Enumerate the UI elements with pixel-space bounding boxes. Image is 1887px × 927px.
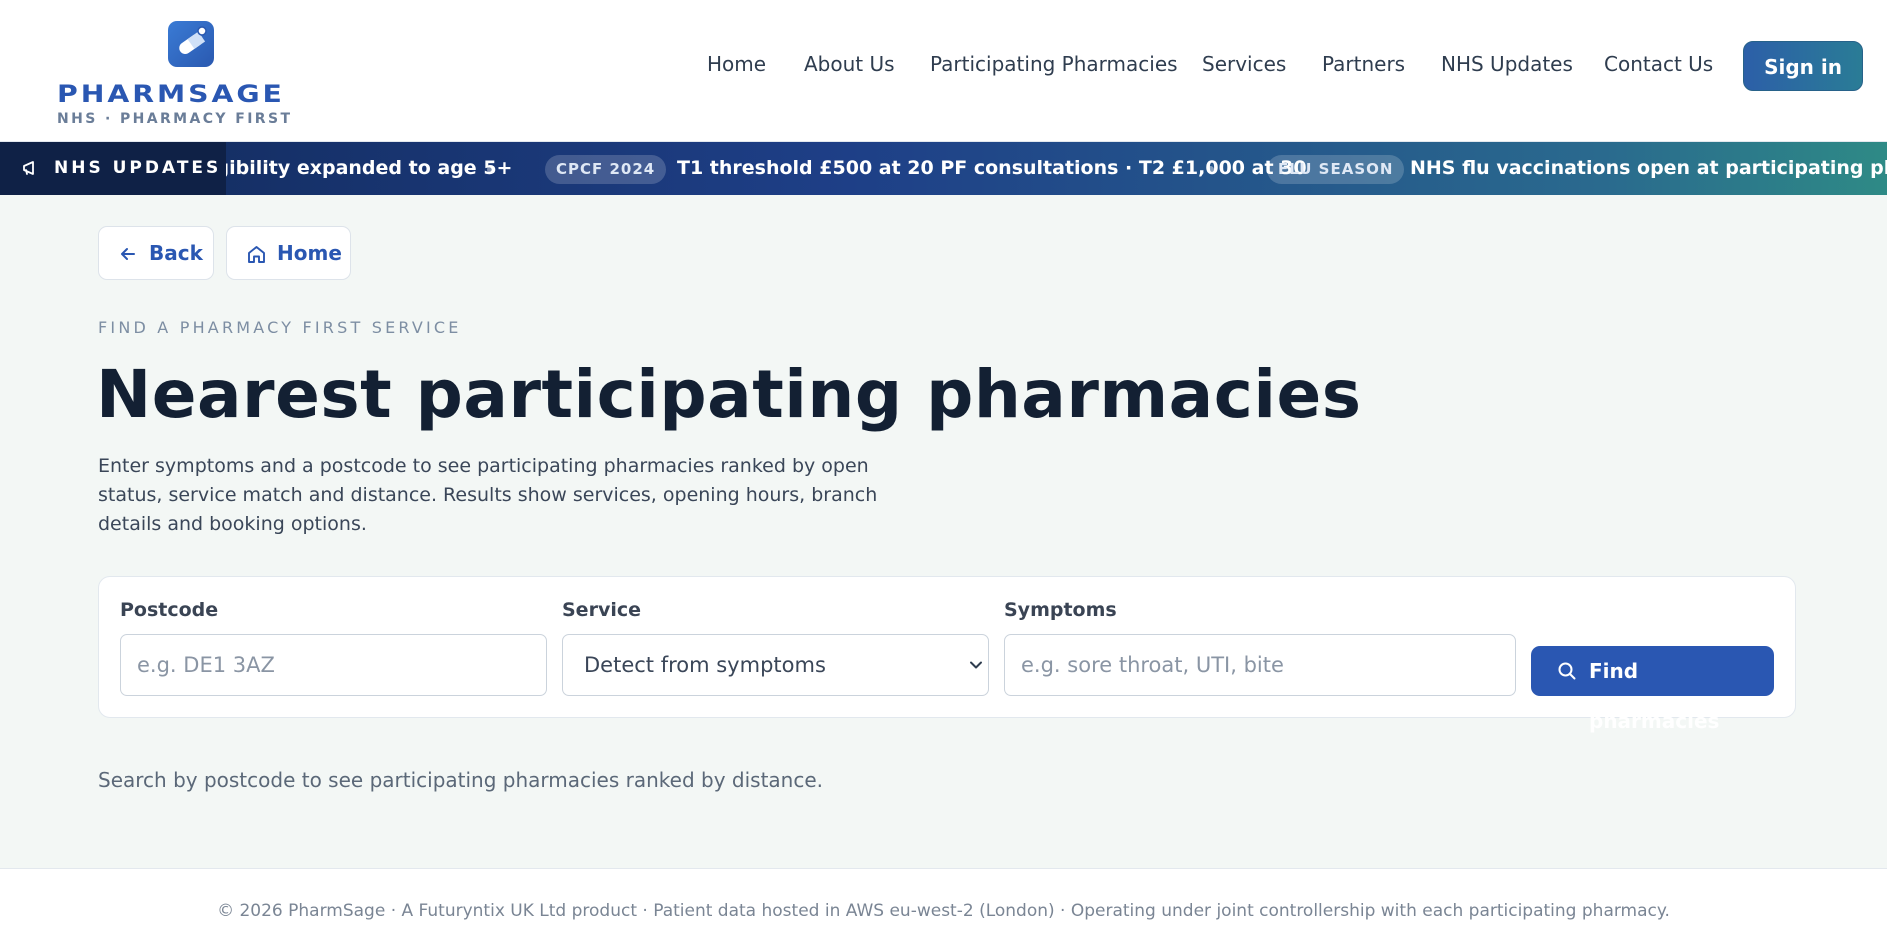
home-button-label: Home <box>277 241 342 265</box>
site-footer: © 2026 PharmSage · A Futuryntix UK Ltd p… <box>0 868 1887 927</box>
search-icon <box>1558 662 1576 680</box>
nav-nhs-updates[interactable]: NHS Updates <box>1441 52 1573 76</box>
nav-contact-us[interactable]: Contact Us <box>1604 52 1713 76</box>
page-description: Enter symptoms and a postcode to see par… <box>98 455 878 535</box>
chevron-down-icon <box>970 661 982 669</box>
ticker-badge: FLU SEASON <box>1267 155 1405 184</box>
nav-services[interactable]: Services <box>1202 52 1286 76</box>
postcode-label: Postcode <box>120 599 219 621</box>
service-select[interactable]: Detect from symptoms <box>562 634 989 696</box>
nav-participating-pharmacies[interactable]: Participating Pharmacies <box>930 52 1178 76</box>
nav-partners[interactable]: Partners <box>1322 52 1405 76</box>
brand-tagline: NHS · PHARMACY FIRST <box>57 111 293 127</box>
service-selected-value: Detect from symptoms <box>584 653 826 677</box>
postcode-input[interactable]: e.g. DE1 3AZ <box>120 634 547 696</box>
find-pharmacies-label: Find pharmacies <box>1589 659 1720 733</box>
home-icon <box>248 246 265 263</box>
main-nav: Home About Us Participating Pharmacies S… <box>0 52 1887 80</box>
nhs-updates-ticker: NHS UPDATES igibility expanded to age 5+… <box>0 142 1887 195</box>
symptoms-label: Symptoms <box>1004 599 1117 621</box>
symptoms-placeholder: e.g. sore throat, UTI, bite <box>1021 653 1284 677</box>
page-title: Nearest participating pharmacies <box>96 356 1362 433</box>
home-button[interactable]: Home <box>226 226 351 280</box>
back-button-label: Back <box>149 241 203 265</box>
ticker-item[interactable]: igibility expanded to age 5+ <box>209 142 512 195</box>
ticker-item[interactable]: NHS flu vaccinations open at participati… <box>1410 142 1887 195</box>
ticker-badge: CPCF 2024 <box>545 155 667 184</box>
ticker-label: NHS UPDATES <box>0 142 226 195</box>
brand-name[interactable]: PHARMSAGE <box>57 80 285 108</box>
footer-text: © 2026 PharmSage · A Futuryntix UK Ltd p… <box>217 901 1670 921</box>
megaphone-icon <box>23 161 34 175</box>
page-eyebrow: FIND A PHARMACY FIRST SERVICE <box>98 318 462 337</box>
arrow-left-icon <box>121 248 135 260</box>
symptoms-input[interactable]: e.g. sore throat, UTI, bite <box>1004 634 1516 696</box>
nav-home[interactable]: Home <box>707 52 766 76</box>
nav-about-us[interactable]: About Us <box>804 52 895 76</box>
sign-in-button[interactable]: Sign in <box>1743 41 1863 91</box>
postcode-placeholder: e.g. DE1 3AZ <box>137 653 275 677</box>
service-label: Service <box>562 599 641 621</box>
ticker-separator <box>487 166 494 173</box>
find-pharmacies-button[interactable]: Find pharmacies <box>1531 646 1774 733</box>
search-hint: Search by postcode to see participating … <box>98 768 824 792</box>
ticker-label-text: NHS UPDATES <box>54 158 222 178</box>
ticker-separator <box>1207 166 1214 173</box>
back-button[interactable]: Back <box>98 226 214 280</box>
site-header: PHARMSAGE NHS · PHARMACY FIRST Home Abou… <box>0 0 1887 142</box>
